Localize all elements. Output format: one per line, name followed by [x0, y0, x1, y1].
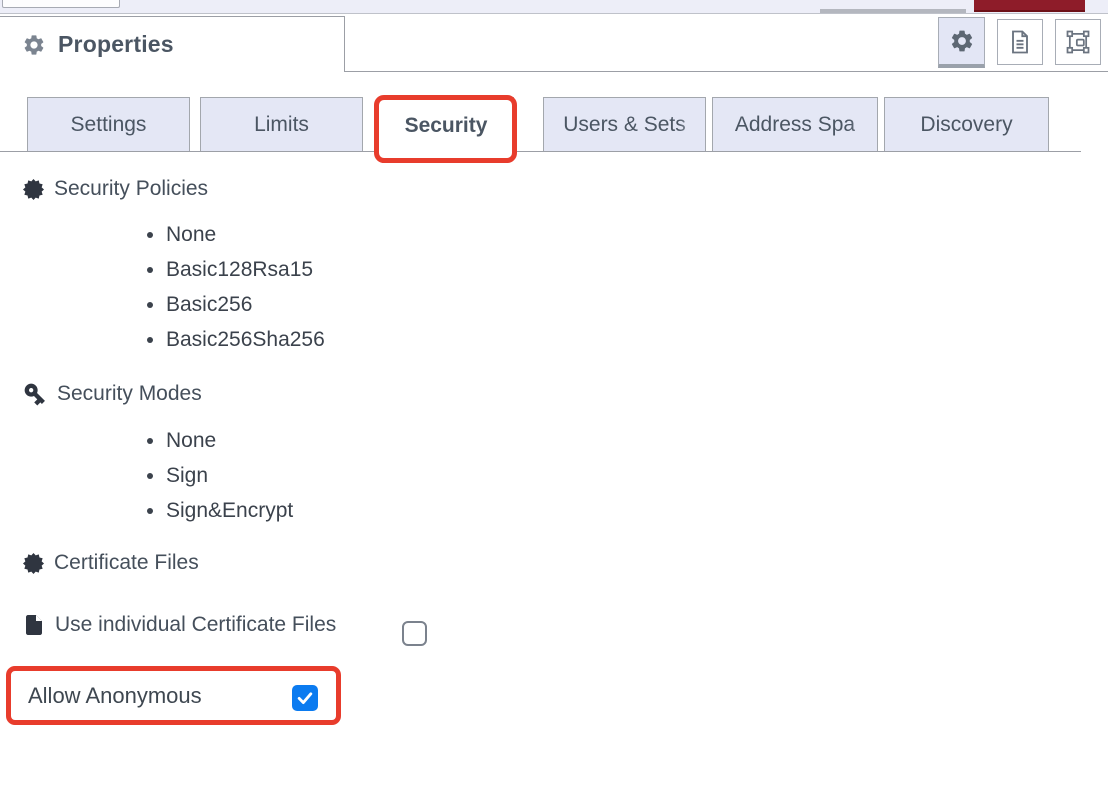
tab-row-divider: [514, 151, 1081, 152]
use-individual-certificate-files-checkbox[interactable]: [402, 621, 427, 646]
checkmark-icon: [295, 688, 315, 708]
header-divider: [345, 71, 1108, 72]
list-item: Basic128Rsa15: [166, 252, 325, 287]
toolbar-document-button[interactable]: [997, 19, 1043, 65]
page-title: Properties: [58, 31, 174, 58]
section-title: Certificate Files: [54, 551, 199, 575]
tab-discovery[interactable]: Discovery: [884, 97, 1049, 152]
checkbox-label: Use individual Certificate Files: [55, 613, 336, 637]
properties-header-tab[interactable]: Properties: [0, 16, 345, 72]
use-individual-certificate-files-row: Use individual Certificate Files: [22, 612, 336, 638]
gear-icon: [22, 33, 46, 57]
key-icon: [22, 381, 48, 407]
tab-limits[interactable]: Limits: [200, 97, 363, 152]
tab-users-settings[interactable]: Users & Sets: [543, 97, 706, 152]
list-item: Sign: [166, 458, 293, 493]
tab-label: Users & Sets: [563, 113, 686, 137]
tab-settings[interactable]: Settings: [27, 97, 190, 152]
security-modes-list: None Sign Sign&Encrypt: [146, 423, 293, 528]
file-icon: [22, 612, 46, 638]
top-divider: [0, 13, 1108, 14]
security-policies-list: None Basic128Rsa15 Basic256 Basic256Sha2…: [146, 217, 325, 357]
document-icon: [1006, 28, 1034, 56]
frame-select-icon: [1064, 28, 1092, 56]
security-policies-header: Security Policies: [22, 177, 208, 201]
toolbar-frame-select-button[interactable]: [1055, 19, 1101, 65]
tab-row-divider: [0, 151, 378, 152]
toolbar-gear-button[interactable]: [938, 17, 985, 68]
list-item: None: [166, 423, 293, 458]
checkbox-label: Allow Anonymous: [28, 683, 202, 709]
seal-icon: [22, 552, 45, 575]
tab-label: Discovery: [920, 113, 1012, 137]
list-item: Basic256: [166, 287, 325, 322]
list-item: Basic256Sha256: [166, 322, 325, 357]
tab-address-space[interactable]: Address Spa: [712, 97, 878, 152]
certificate-files-header: Certificate Files: [22, 551, 199, 575]
list-item: None: [166, 217, 325, 252]
cutoff-red-button[interactable]: [974, 0, 1085, 12]
section-title: Security Policies: [54, 177, 208, 201]
tab-label: Settings: [71, 113, 147, 137]
tab-security[interactable]: Security: [378, 97, 514, 153]
top-chrome-strip: [0, 0, 1108, 14]
tab-label: Security: [405, 114, 488, 138]
list-item: Sign&Encrypt: [166, 493, 293, 528]
tab-label: Address Spa: [735, 113, 855, 137]
seal-icon: [22, 178, 45, 201]
allow-anonymous-checkbox[interactable]: [292, 685, 318, 711]
properties-panel: Properties: [0, 0, 1108, 788]
tab-label: Limits: [254, 113, 309, 137]
cutoff-field[interactable]: [2, 0, 120, 8]
section-title: Security Modes: [57, 382, 202, 406]
gear-icon: [949, 28, 975, 54]
security-modes-header: Security Modes: [22, 381, 202, 407]
